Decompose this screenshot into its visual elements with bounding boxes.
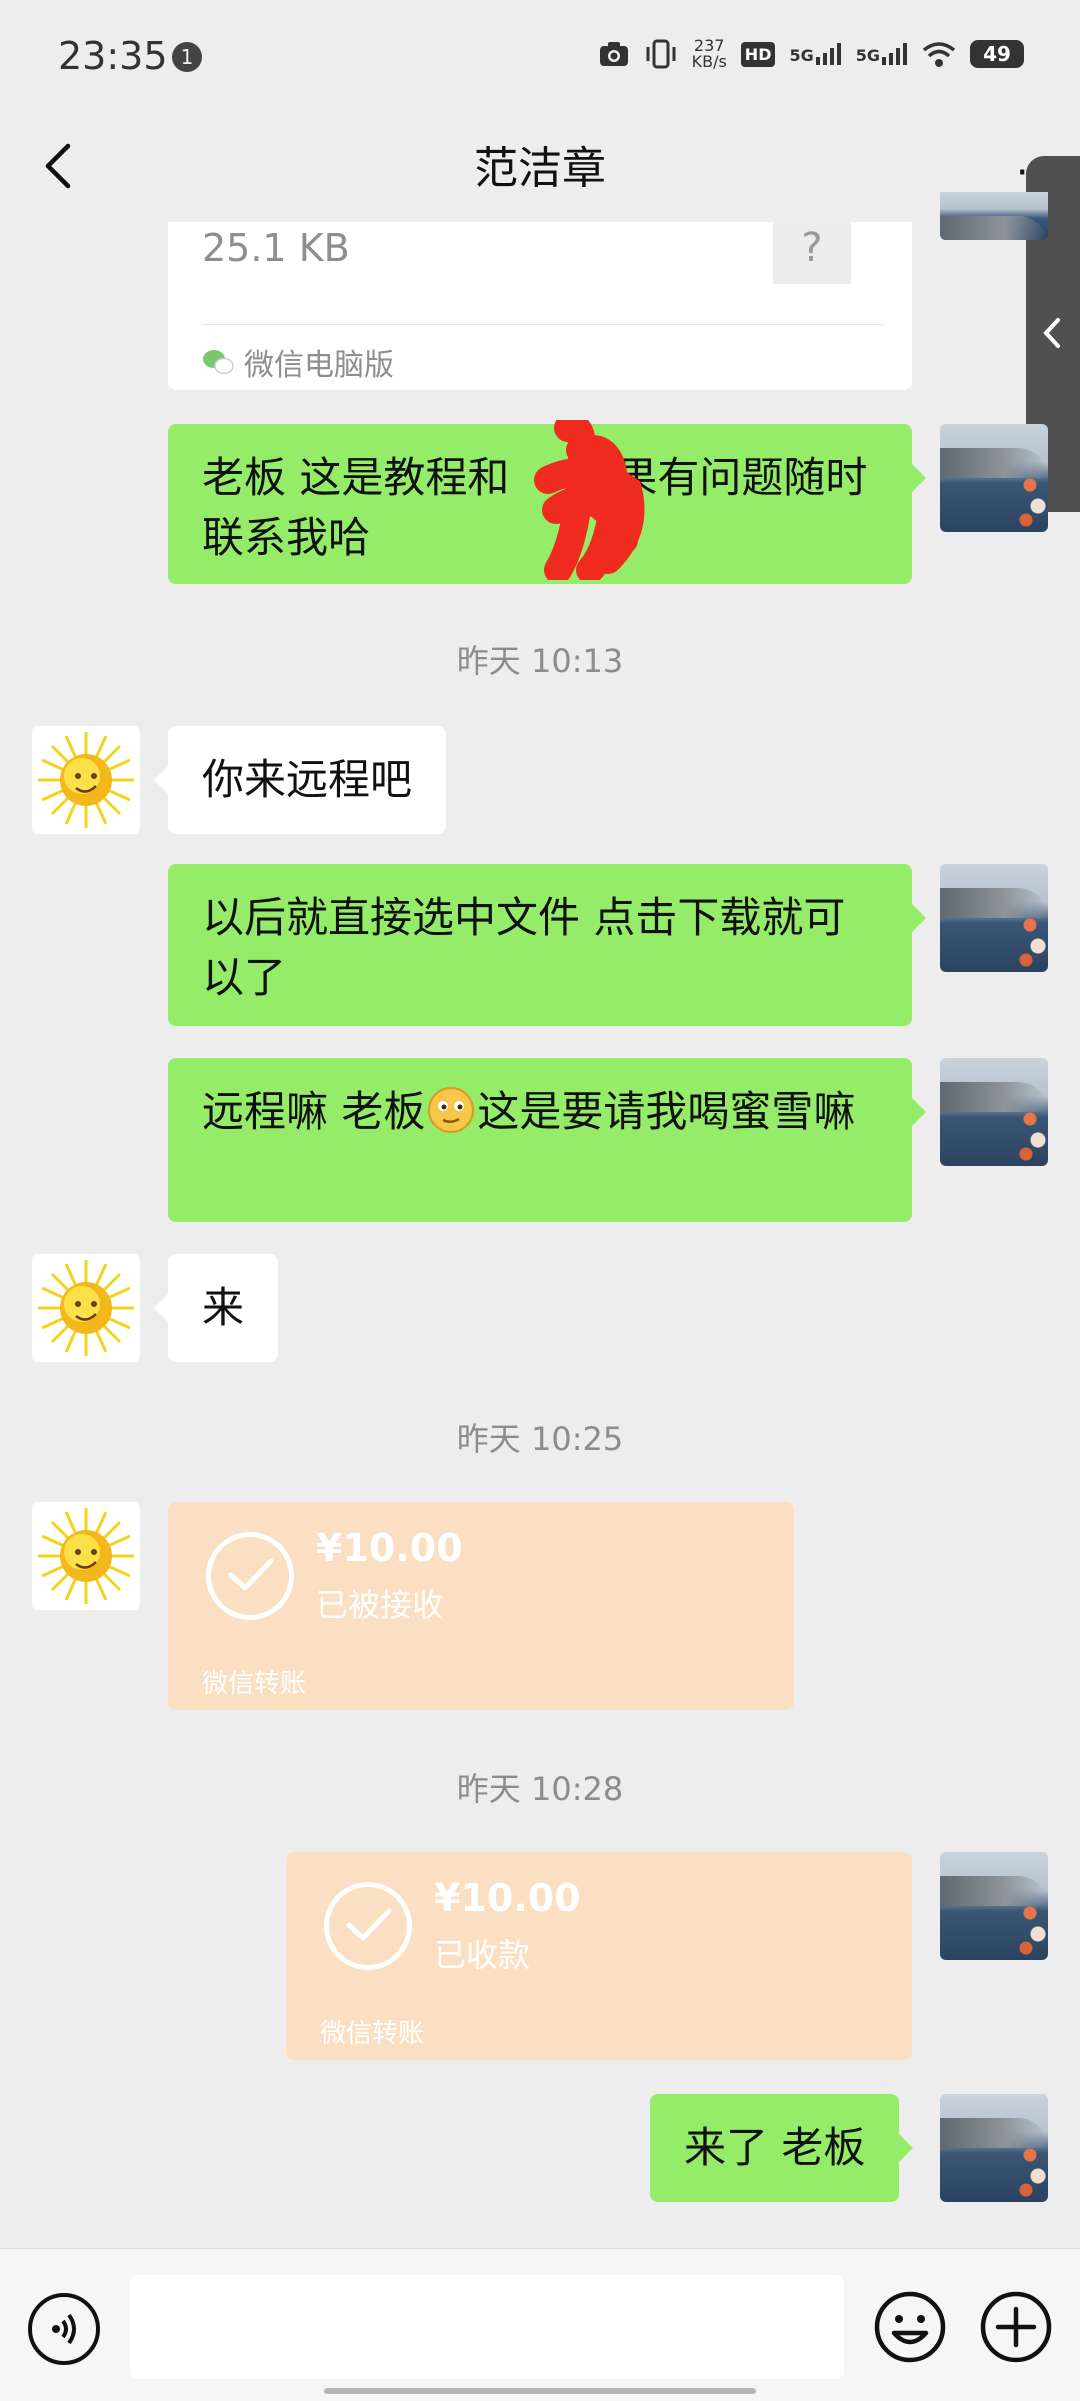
sun-avatar-icon: [38, 1508, 134, 1604]
transfer-card-received[interactable]: ¥10.00 已被接收 微信转账: [168, 1502, 794, 1710]
transfer-amount: ¥10.00: [316, 1526, 463, 1570]
transfer-label: 微信转账: [320, 2019, 425, 2049]
transfer-label: 微信转账: [202, 1669, 307, 1699]
timestamp: 昨天 10:28: [456, 1770, 624, 1808]
wechat-icon: [203, 350, 234, 375]
sent-message[interactable]: 以后就直接选中文件 点击下载就可以了: [168, 864, 926, 1026]
wifi-icon: [922, 42, 956, 67]
emoji-icon[interactable]: [872, 2289, 948, 2365]
hd-icon: HD: [740, 41, 776, 67]
input-bar: [0, 2248, 1080, 2401]
redaction-scribble: [534, 420, 645, 580]
home-indicator[interactable]: [324, 2388, 756, 2394]
my-avatar[interactable]: [940, 1852, 1048, 1960]
contact-avatar[interactable]: [32, 726, 140, 834]
check-circle-icon: [206, 1532, 294, 1620]
net-speed: 237 KB/s: [691, 36, 727, 71]
signal-icon: [882, 43, 907, 65]
sun-avatar-icon: [38, 1260, 134, 1356]
chevron-left-icon: [1043, 318, 1060, 348]
sim1-signal: 5G: [789, 43, 841, 65]
divider: [202, 324, 884, 325]
plus-icon[interactable]: [978, 2289, 1054, 2365]
my-avatar[interactable]: [940, 1058, 1048, 1166]
signal-icon: [815, 43, 841, 65]
transfer-amount: ¥10.00: [434, 1876, 581, 1920]
smirk-emoji-icon: [428, 1087, 475, 1133]
my-avatar[interactable]: [940, 2094, 1048, 2202]
vibrate-icon: [646, 39, 676, 69]
sun-avatar-icon: [38, 732, 134, 828]
camera-icon: [599, 42, 628, 66]
sim2-signal: 5G: [856, 43, 908, 65]
battery-icon: 49: [970, 40, 1024, 68]
chat-header: 范洁章 ···: [0, 110, 1080, 226]
transfer-card-sent[interactable]: ¥10.00 已收款 微信转账: [286, 1852, 912, 2060]
chat-title: 范洁章: [474, 143, 606, 194]
message-input[interactable]: [130, 2275, 844, 2379]
my-avatar[interactable]: [940, 864, 1048, 972]
timestamp: 昨天 10:25: [456, 1420, 624, 1458]
transfer-status: 已收款: [434, 1936, 531, 1974]
status-time: 23:35: [58, 34, 168, 78]
unknown-file-icon: ?: [773, 222, 851, 284]
status-bar: 23:35 1 237 KB/s HD 5G 5G 49: [0, 0, 1080, 110]
my-avatar[interactable]: [940, 192, 1048, 240]
sent-message[interactable]: 远程嘛 老板 这是要请我喝蜜雪嘛: [168, 1058, 926, 1222]
status-icons: 237 KB/s HD 5G 5G 49: [598, 38, 1024, 70]
notification-badge: 1: [172, 42, 202, 72]
check-circle-icon: [324, 1882, 412, 1970]
sent-message[interactable]: 来了 老板: [650, 2094, 914, 2202]
timestamp: 昨天 10:13: [456, 642, 624, 680]
received-message[interactable]: 你来远程吧: [153, 726, 447, 834]
transfer-status: 已被接收: [316, 1586, 445, 1624]
voice-icon[interactable]: [28, 2293, 100, 2365]
file-source: 微信电脑版: [202, 340, 394, 384]
contact-avatar[interactable]: [32, 1502, 140, 1610]
received-message[interactable]: 来: [153, 1254, 279, 1362]
contact-avatar[interactable]: [32, 1254, 140, 1362]
my-avatar[interactable]: [940, 424, 1048, 532]
file-size: 25.1 KB: [202, 226, 350, 270]
file-message-card[interactable]: 25.1 KB ? 微信电脑版: [168, 222, 912, 390]
